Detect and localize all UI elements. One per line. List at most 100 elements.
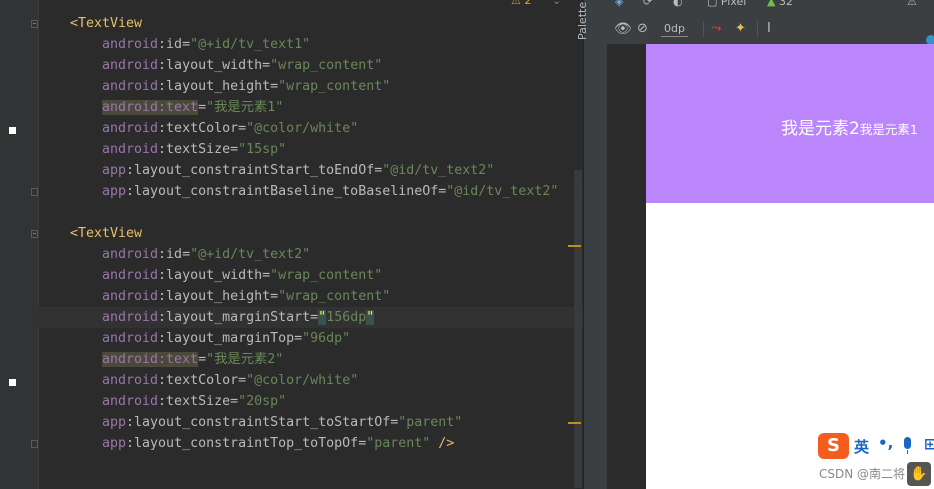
code-token: = xyxy=(182,37,191,52)
inspection-warning-count[interactable]: ⚠ 2 ⌃ ⌄ xyxy=(511,0,561,7)
code-token: :layout_constraintBaseline_toBaselineOf xyxy=(126,184,439,199)
code-line[interactable]: android:id="@+id/tv_text1" xyxy=(38,34,583,55)
code-line[interactable]: <TextView xyxy=(38,223,583,244)
code-token: = xyxy=(270,79,279,94)
code-line[interactable]: app:layout_constraintStart_toEndOf="@id/… xyxy=(38,160,583,181)
editor-gutter[interactable] xyxy=(0,0,39,489)
code-token: "@color/white" xyxy=(246,373,359,388)
code-line[interactable]: android:textColor="@color/white" xyxy=(38,370,583,391)
preview-textview-2[interactable]: 我是元素2我是元素1 xyxy=(781,114,918,139)
fold-marker[interactable] xyxy=(31,188,38,196)
code-token: :textColor xyxy=(158,373,239,388)
code-token: android:text xyxy=(102,100,199,115)
api-level-selector[interactable]: ▲ 32 xyxy=(767,0,793,8)
design-toolbar: 👁 ⊘ 0dp ⤳ ✦ Ⅰ xyxy=(607,14,934,45)
code-token: <TextView xyxy=(70,16,143,31)
code-token: 156dp xyxy=(326,310,367,325)
code-token: = xyxy=(182,247,191,262)
code-token: :id xyxy=(158,37,183,52)
night-mode-icon[interactable]: ◐ xyxy=(673,0,683,8)
code-line[interactable]: android:layout_marginStart="156dp" xyxy=(38,307,583,328)
warning-icon[interactable]: ⚠ xyxy=(907,0,917,8)
code-line[interactable]: android:textSize="20sp" xyxy=(38,391,583,412)
bookmark-marker[interactable] xyxy=(9,127,16,134)
palette-tool-window-strip[interactable]: Palette xyxy=(576,0,609,489)
code-token: " xyxy=(366,310,375,325)
code-line[interactable] xyxy=(38,202,583,223)
code-line[interactable]: android:layout_width="wrap_content" xyxy=(38,265,583,286)
code-token: "@+id/tv_text2" xyxy=(190,247,311,262)
code-line[interactable]: app:layout_constraintTop_toTopOf="parent… xyxy=(38,433,583,454)
code-token: android xyxy=(102,121,159,136)
palette-tab[interactable]: Palette xyxy=(576,2,589,40)
code-line[interactable]: android:id="@+id/tv_text2" xyxy=(38,244,583,265)
ime-logo-icon[interactable]: S xyxy=(818,433,849,459)
microphone-icon[interactable] xyxy=(904,437,911,454)
code-line[interactable]: app:layout_constraintStart_toStartOf="pa… xyxy=(38,412,583,433)
code-line[interactable]: android:layout_marginTop="96dp" xyxy=(38,328,583,349)
code-token: "wrap_content" xyxy=(270,58,383,73)
code-token: = xyxy=(262,58,271,73)
code-token: "15sp" xyxy=(238,142,287,157)
code-token: = xyxy=(262,268,271,283)
code-line[interactable]: android:layout_height="wrap_content" xyxy=(38,286,583,307)
fold-marker[interactable] xyxy=(31,230,38,238)
code-line[interactable]: android:layout_width="wrap_content" xyxy=(38,55,583,76)
fold-marker[interactable] xyxy=(31,440,38,448)
preview-textview-1[interactable]: 我是元素1 xyxy=(860,122,918,137)
code-token: android xyxy=(102,37,159,52)
code-line[interactable]: <TextView xyxy=(38,13,583,34)
code-line[interactable]: android:layout_height="wrap_content" xyxy=(38,76,583,97)
code-token: :textSize xyxy=(158,142,231,157)
code-token: android xyxy=(102,142,159,157)
layers-icon[interactable]: ◈ xyxy=(615,0,623,8)
device-preview[interactable]: 我是元素2我是元素1 xyxy=(646,44,934,489)
editor-scrollbar[interactable] xyxy=(574,170,582,488)
input-method-toolbar[interactable]: S 英 •, ⊞ xyxy=(816,432,934,460)
code-token: :textColor xyxy=(158,121,239,136)
code-token: "@+id/tv_text1" xyxy=(190,37,311,52)
code-token: :layout_constraintTop_toTopOf xyxy=(126,436,359,451)
code-token: android xyxy=(102,58,159,73)
code-token: "wrap_content" xyxy=(278,289,391,304)
code-token: "@id/tv_text2" xyxy=(446,184,559,199)
code-line[interactable]: android:text="我是元素1" xyxy=(38,97,583,118)
code-line[interactable]: android:textColor="@color/white" xyxy=(38,118,583,139)
code-line[interactable]: app:layout_constraintBaseline_toBaseline… xyxy=(38,181,583,202)
code-token: :layout_constraintStart_toEndOf xyxy=(126,163,375,178)
guidelines-icon[interactable]: Ⅰ xyxy=(767,14,771,44)
code-token: app xyxy=(102,163,127,178)
toolbar-separator xyxy=(757,21,758,37)
code-token: :layout_height xyxy=(158,289,271,304)
code-token: :layout_width xyxy=(158,58,263,73)
autoconnect-magnet-icon[interactable]: ⊘ xyxy=(637,14,648,44)
default-margin-field[interactable]: 0dp xyxy=(661,22,688,37)
ime-more-icon[interactable]: ⊞ xyxy=(924,435,934,453)
device-selector[interactable]: ▢ Pixel xyxy=(707,0,746,8)
error-stripe-marker[interactable] xyxy=(568,245,581,247)
bookmark-marker[interactable] xyxy=(9,379,16,386)
code-token: = xyxy=(238,121,247,136)
fold-marker[interactable] xyxy=(31,20,38,28)
design-toolbar-top: ◈ ⟳ ◐ ▢ Pixel ▲ 32 ⚠ xyxy=(607,0,934,14)
code-line[interactable]: android:text="我是元素2" xyxy=(38,349,583,370)
ime-punctuation-toggle[interactable]: •, xyxy=(878,434,893,452)
layout-design-pane: ◈ ⟳ ◐ ▢ Pixel ▲ 32 ⚠ 👁 ⊘ 0dp ⤳ ✦ Ⅰ 我是元素2… xyxy=(607,0,934,489)
code-token: = xyxy=(270,289,279,304)
clear-constraints-icon[interactable]: ⤳ xyxy=(711,14,721,44)
code-line[interactable]: android:textSize="15sp" xyxy=(38,139,583,160)
preview-constraint-layout[interactable]: 我是元素2我是元素1 xyxy=(646,44,934,203)
code-token: = xyxy=(238,373,247,388)
view-options-eye-icon[interactable]: 👁 xyxy=(614,14,632,44)
code-token: "@id/tv_text2" xyxy=(382,163,495,178)
code-token: android xyxy=(102,268,159,283)
error-stripe-marker[interactable] xyxy=(568,422,581,424)
infer-constraints-wand-icon[interactable]: ✦ xyxy=(735,14,746,44)
hand-tool-icon[interactable]: ✋ xyxy=(907,462,931,486)
orientation-icon[interactable]: ⟳ xyxy=(643,0,652,8)
ime-language-toggle[interactable]: 英 xyxy=(854,436,869,457)
code-token: <TextView xyxy=(70,226,143,241)
code-editor[interactable]: <TextView android:id="@+id/tv_text1" andro… xyxy=(0,0,583,489)
code-token: :id xyxy=(158,247,183,262)
code-token: "20sp" xyxy=(238,394,287,409)
